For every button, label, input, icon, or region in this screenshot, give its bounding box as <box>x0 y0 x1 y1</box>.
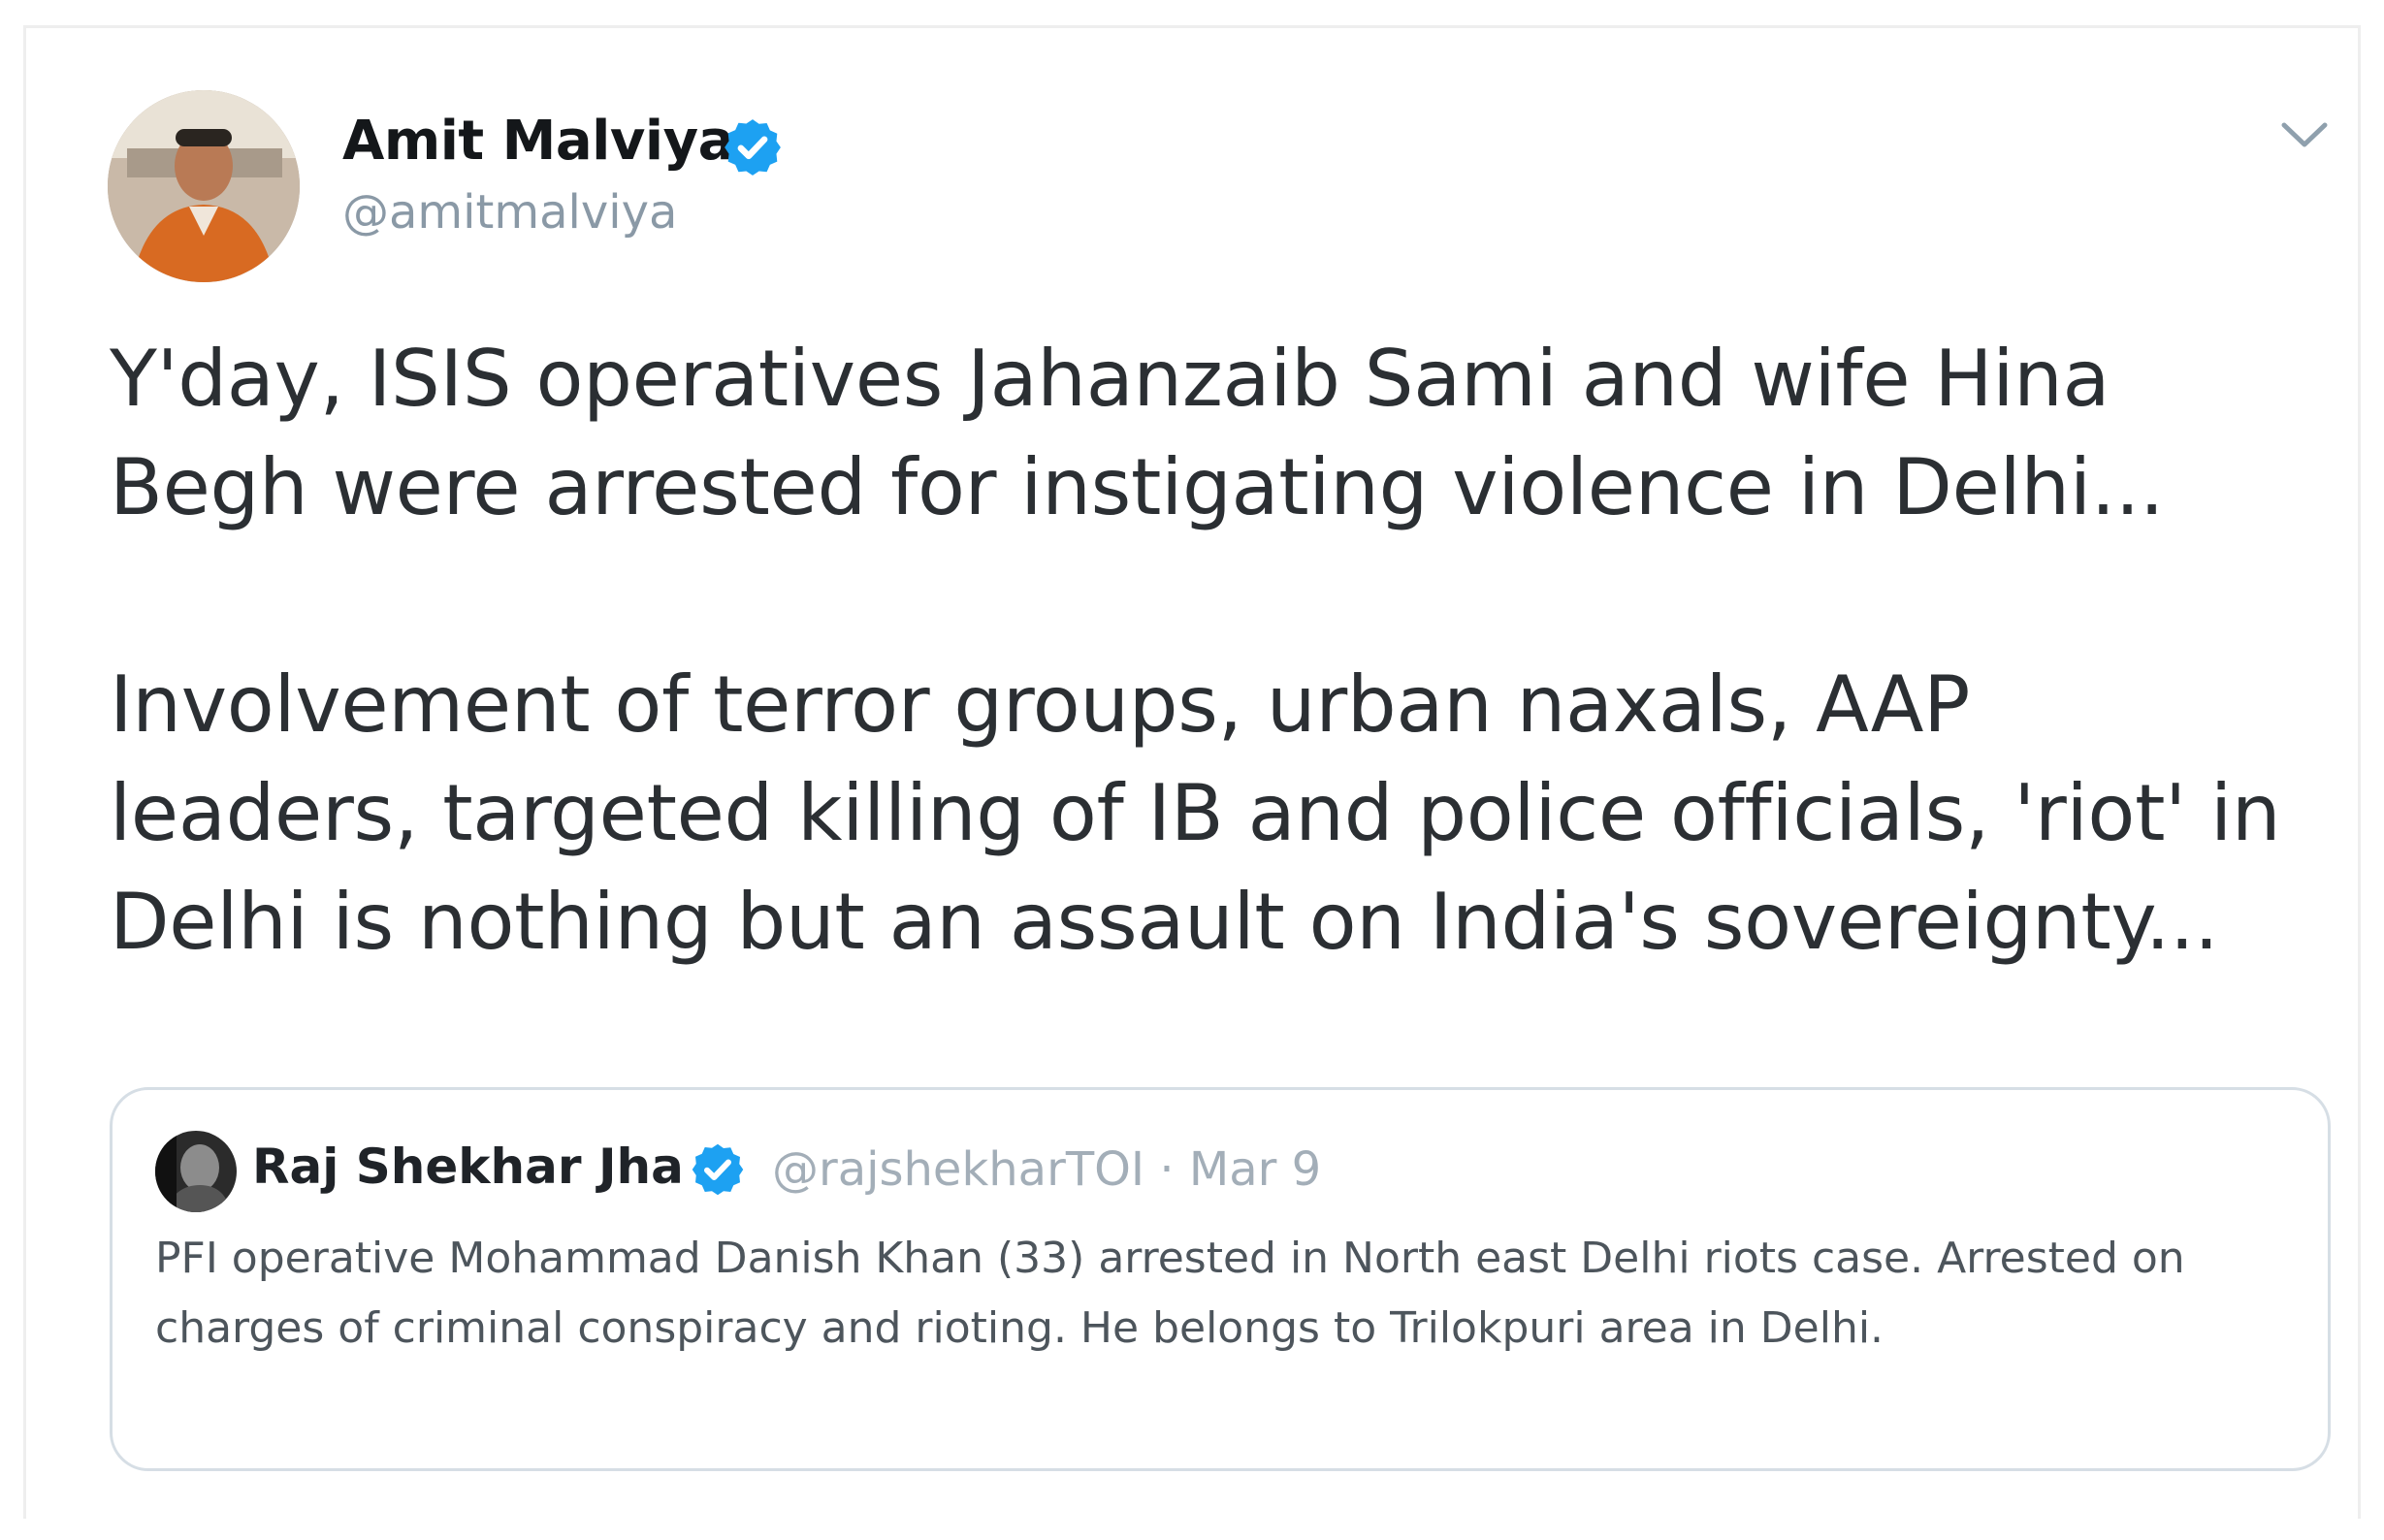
author-handle[interactable]: @amitmalviya <box>342 185 677 240</box>
quoted-tweet[interactable]: Raj Shekhar Jha @rajshekharTOI · Mar 9 P… <box>110 1087 2331 1471</box>
chevron-down-icon[interactable] <box>2278 115 2331 154</box>
tweet-card: Amit Malviya @amitmalviya Y'day, ISIS op… <box>23 25 2361 1519</box>
verified-badge-icon <box>689 1140 747 1199</box>
verified-badge-icon <box>721 115 785 179</box>
tweet-paragraph: Involvement of terror groups, urban naxa… <box>110 659 2281 967</box>
quoted-author-name: Raj Shekhar Jha <box>252 1139 684 1195</box>
quoted-handle-date: @rajshekharTOI · Mar 9 <box>772 1142 1322 1197</box>
quoted-tweet-text: PFI operative Mohammad Danish Khan (33) … <box>155 1234 2185 1353</box>
author-name[interactable]: Amit Malviya <box>342 110 734 173</box>
tweet-paragraph: Y'day, ISIS operatives Jahanzaib Sami an… <box>110 334 2165 532</box>
quoted-author-avatar <box>155 1131 237 1212</box>
tweet-text: Y'day, ISIS operatives Jahanzaib Sami an… <box>110 325 2369 977</box>
author-avatar[interactable] <box>108 90 300 282</box>
